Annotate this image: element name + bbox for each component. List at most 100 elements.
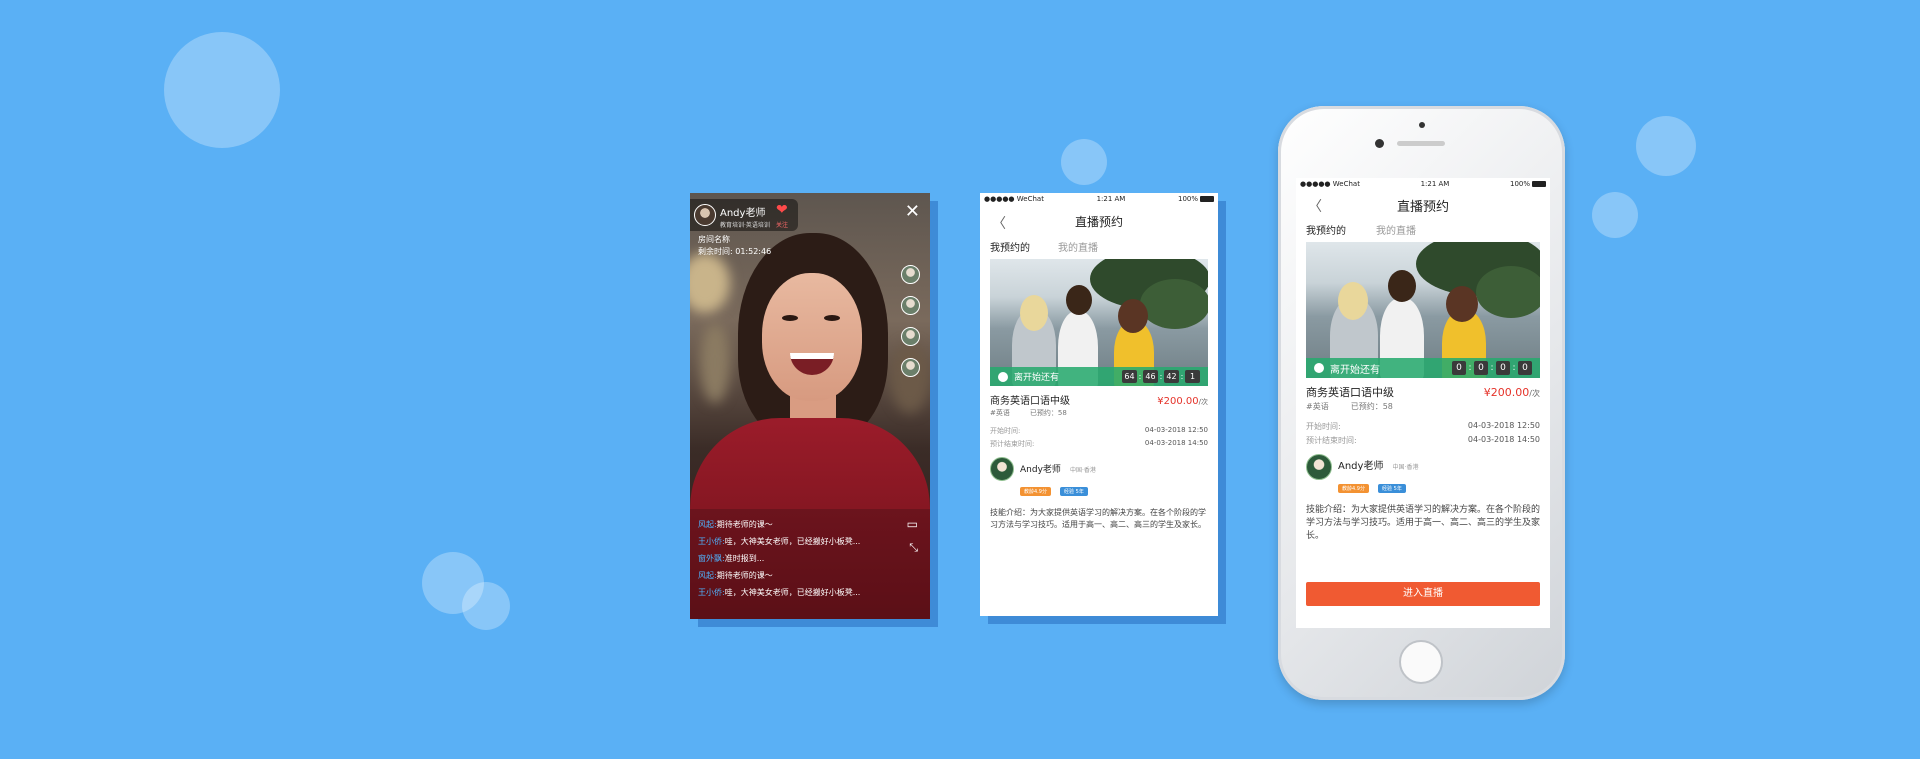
cover-foliage: [1476, 266, 1540, 318]
teacher-name: Andy老师: [1020, 465, 1061, 475]
start-time-row: 开始时间: 04-03-2018 12:50: [990, 426, 1208, 436]
course-tag: #英语: [990, 409, 1010, 417]
end-value: 04-03-2018 14:50: [1467, 435, 1540, 444]
skill-intro: 技能介绍：为大家提供英语学习的解决方案。在各个阶段的学习方法与学习技巧。适用于高…: [1306, 505, 1541, 541]
countdown-separator: :: [1490, 363, 1494, 373]
teacher-location: 中国·香港: [1392, 464, 1419, 471]
chat-user[interactable]: 风起:: [698, 520, 717, 529]
end-value: 04-03-2018 14:50: [1144, 439, 1208, 447]
page-title: 直播预约: [1074, 215, 1123, 229]
chat-user[interactable]: 王小侨:: [698, 537, 725, 546]
viewer-avatar[interactable]: [901, 327, 920, 346]
course-title: 商务英语口语中级: [1306, 386, 1394, 399]
teacher-name: Andy老师: [1338, 461, 1384, 472]
price-value: ¥200.00: [1483, 386, 1530, 399]
experience-badge: 经验 5年: [1060, 487, 1088, 496]
chat-bubble-icon[interactable]: ▭: [907, 517, 918, 531]
viewer-avatar[interactable]: [901, 358, 920, 377]
teacher-avatar[interactable]: [1306, 454, 1332, 480]
follow-label[interactable]: 关注: [776, 220, 788, 229]
background-blur: [700, 323, 730, 403]
shrink-icon[interactable]: ⤡: [909, 541, 918, 555]
decor-bubble: [1592, 192, 1638, 238]
chat-text: 期待老师的课～: [716, 571, 773, 580]
cover-person-head: [1338, 282, 1368, 320]
viewer-avatar[interactable]: [901, 265, 920, 284]
remaining-time: 剩余时间: 01:52:46: [698, 246, 771, 258]
teacher-card[interactable]: Andy老师 中国·香港 教龄4.9分 经验 5年: [990, 457, 1208, 497]
phone-earpiece: [1397, 141, 1445, 146]
host-info-pill[interactable]: Andy老师 教育培训·英语培训 ❤ 关注: [690, 199, 798, 231]
tab-my-reserved[interactable]: 我预约的: [1306, 222, 1346, 238]
course-cover-image[interactable]: 离开始还有 64 : 46 : 42 : 1: [990, 259, 1208, 386]
cover-person-head: [1388, 270, 1416, 302]
teacher-avatar[interactable]: [990, 457, 1014, 481]
countdown-minutes: 42: [1164, 370, 1179, 383]
countdown-bar: 离开始还有 64 : 46 : 42 : 1: [990, 367, 1208, 386]
nav-bar: 〈 直播预约: [980, 213, 1218, 233]
home-button[interactable]: [1399, 640, 1443, 684]
tab-bar: 我预约的 我的直播: [980, 239, 1218, 255]
countdown-days: 0: [1452, 361, 1466, 375]
enter-live-button[interactable]: 进入直播: [1306, 582, 1540, 606]
phone-camera: [1375, 139, 1384, 148]
back-chevron-icon[interactable]: 〈: [1308, 196, 1322, 216]
cover-foliage: [1140, 279, 1208, 329]
course-title-row: 商务英语口语中级 ¥200.00/次: [1306, 384, 1540, 400]
start-label: 开始时间:: [1306, 422, 1341, 431]
clock-time: 1:21 AM: [1096, 195, 1126, 203]
host-avatar[interactable]: [694, 204, 716, 226]
carrier: ●●●●● WeChat: [984, 195, 1044, 203]
phone-sensor: [1419, 122, 1425, 128]
chat-text: 准时报到...: [724, 554, 765, 563]
countdown-seconds: 1: [1185, 370, 1200, 383]
close-icon[interactable]: ✕: [905, 203, 920, 221]
countdown-hours: 0: [1474, 361, 1488, 375]
countdown-separator: :: [1468, 363, 1472, 373]
course-title-row: 商务英语口语中级 ¥200.00/次: [990, 392, 1208, 407]
decor-bubble: [1061, 139, 1107, 185]
course-meta: #英语 已预约：58: [990, 408, 1208, 418]
tab-my-reserved[interactable]: 我预约的: [990, 239, 1030, 255]
room-name: 房间名称: [698, 235, 730, 244]
price-unit: /次: [1198, 398, 1208, 406]
teacher-card[interactable]: Andy老师 中国·香港 教龄4.9分 经验 5年: [1306, 454, 1540, 494]
cover-person-head: [1118, 299, 1148, 333]
chat-message: 王小侨:哇，大神美女老师，已经搬好小板凳...: [698, 533, 860, 550]
skill-intro: 技能介绍：为大家提供英语学习的解决方案。在各个阶段的学习方法与学习技巧。适用于高…: [990, 508, 1206, 529]
carrier: ●●●●● WeChat: [1300, 180, 1360, 188]
teacher-location: 中国·香港: [1070, 467, 1096, 474]
decor-bubble: [164, 32, 280, 148]
page-title: 直播预约: [1396, 200, 1449, 215]
host-subtitle: 教育培训·英语培训: [720, 222, 770, 229]
tab-my-live[interactable]: 我的直播: [1376, 222, 1416, 238]
clock-icon: [1314, 363, 1324, 373]
chat-user[interactable]: 风起:: [698, 571, 717, 580]
chat-message: 窗外飘:准时报到...: [698, 550, 860, 567]
viewer-list: [901, 265, 920, 377]
countdown-separator: :: [1512, 363, 1516, 373]
nav-bar: 〈 直播预约: [1296, 196, 1550, 216]
course-tag: #英语: [1306, 402, 1329, 411]
end-time-row: 预计结束时间: 04-03-2018 14:50: [990, 439, 1208, 449]
tab-my-live[interactable]: 我的直播: [1058, 239, 1098, 255]
battery: 100%: [1510, 180, 1546, 188]
decor-bubble: [1636, 116, 1696, 176]
countdown-label: 离开始还有: [1330, 364, 1380, 376]
course-cover-image[interactable]: 离开始还有 0 : 0 : 0 : 0: [1306, 242, 1540, 378]
chat-user[interactable]: 窗外飘:: [698, 554, 725, 563]
back-chevron-icon[interactable]: 〈: [992, 213, 1006, 233]
viewer-avatar[interactable]: [901, 296, 920, 315]
background-blur: [690, 253, 730, 313]
chat-user[interactable]: 王小侨:: [698, 588, 725, 597]
course-price: ¥200.00/次: [1157, 396, 1208, 407]
heart-icon[interactable]: ❤: [776, 202, 788, 218]
rating-badge: 教龄4.9分: [1338, 484, 1369, 493]
start-value: 04-03-2018 12:50: [1467, 421, 1540, 430]
start-time-row: 开始时间: 04-03-2018 12:50: [1306, 421, 1540, 432]
remaining-value: 01:52:46: [735, 247, 772, 256]
start-label: 开始时间:: [990, 427, 1021, 435]
countdown-days: 64: [1122, 370, 1137, 383]
chat-text: 哇，大神美女老师，已经搬好小板凳...: [724, 537, 861, 546]
countdown-minutes: 0: [1496, 361, 1510, 375]
